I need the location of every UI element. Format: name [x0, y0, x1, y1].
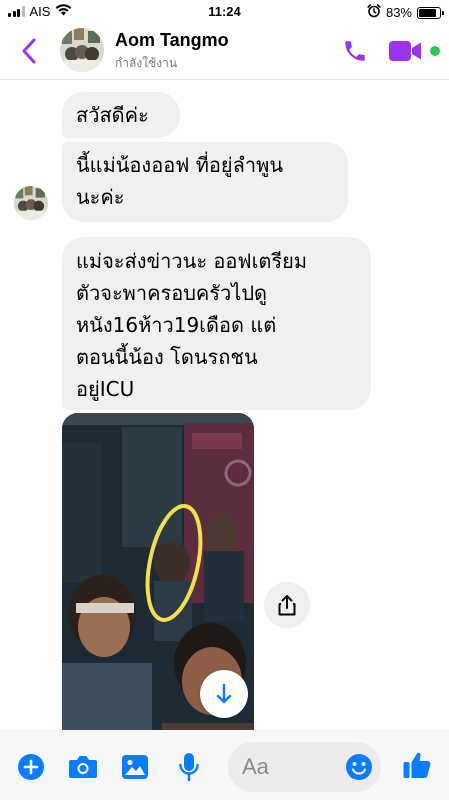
- message-text: นะค่ะ: [76, 185, 125, 209]
- download-button[interactable]: [200, 670, 248, 718]
- message-text: นี้แม่น้องออฟ ที่อยู่ลำพูน: [76, 153, 283, 177]
- camera-button[interactable]: [68, 752, 98, 782]
- message-bubble[interactable]: สวัสดีค่ะ: [62, 92, 180, 138]
- contact-status: กำลังใช้งาน: [115, 56, 178, 70]
- status-bar: AIS 11:24 83%: [0, 0, 449, 24]
- share-icon: [278, 595, 296, 616]
- like-button[interactable]: [402, 750, 432, 780]
- wifi-icon: [55, 4, 72, 19]
- share-button[interactable]: [264, 582, 310, 628]
- contact-name[interactable]: Aom Tangmo: [115, 30, 229, 51]
- message-text: แม่จะส่งข่าวนะ ออฟเตรียม: [76, 249, 308, 273]
- message-bubble[interactable]: แม่จะส่งข่าวนะ ออฟเตรียม ตัวจะพาครอบครัว…: [62, 237, 371, 410]
- alarm-icon: [367, 4, 381, 21]
- message-text: ตอนนี้น้อง โดนรถชน: [76, 345, 258, 369]
- video-camera-icon: [389, 41, 421, 61]
- battery-fill: [419, 8, 436, 17]
- carrier-label: AIS: [29, 4, 51, 19]
- back-button[interactable]: [14, 34, 44, 68]
- status-right: 83%: [367, 4, 444, 21]
- video-call-button[interactable]: [388, 38, 422, 64]
- battery-percent: 83%: [385, 5, 412, 20]
- online-indicator: [430, 46, 440, 56]
- more-actions-button[interactable]: [16, 752, 46, 782]
- message-bubble[interactable]: นี้แม่น้องออฟ ที่อยู่ลำพูน นะค่ะ: [62, 142, 348, 222]
- sender-avatar[interactable]: [14, 186, 48, 220]
- message-text: หนัง16ห้าว19เดือด แต่: [76, 313, 277, 337]
- phone-icon: [345, 41, 365, 61]
- image-icon: [122, 755, 148, 779]
- download-icon: [216, 683, 232, 704]
- camera-icon: [69, 756, 97, 778]
- message-text: อยู่ICU: [76, 377, 135, 401]
- voice-message-button[interactable]: [174, 752, 204, 782]
- message-text: ตัวจะพาครอบครัวไปดู: [76, 281, 268, 305]
- status-left: AIS: [8, 4, 72, 19]
- message-text: สวัสดีค่ะ: [76, 103, 149, 127]
- message-input-box[interactable]: [228, 742, 381, 792]
- back-arrow-icon: [22, 38, 36, 64]
- battery-icon: [417, 6, 444, 19]
- gallery-button[interactable]: [120, 752, 150, 782]
- microphone-icon: [179, 753, 199, 782]
- message-composer: [0, 730, 449, 800]
- signal-icon: [8, 6, 25, 17]
- audio-call-button[interactable]: [340, 36, 370, 66]
- plus-icon: [18, 754, 44, 780]
- message-thread: สวัสดีค่ะ นี้แม่น้องออฟ ที่อยู่ลำพูน นะค…: [0, 80, 449, 730]
- thumbs-up-icon: [403, 752, 431, 778]
- conversation-header: Aom Tangmo กำลังใช้งาน: [0, 24, 449, 80]
- emoji-button[interactable]: [344, 752, 374, 782]
- contact-avatar[interactable]: [60, 28, 104, 72]
- emoji-icon: [346, 754, 372, 780]
- message-input[interactable]: [242, 752, 342, 782]
